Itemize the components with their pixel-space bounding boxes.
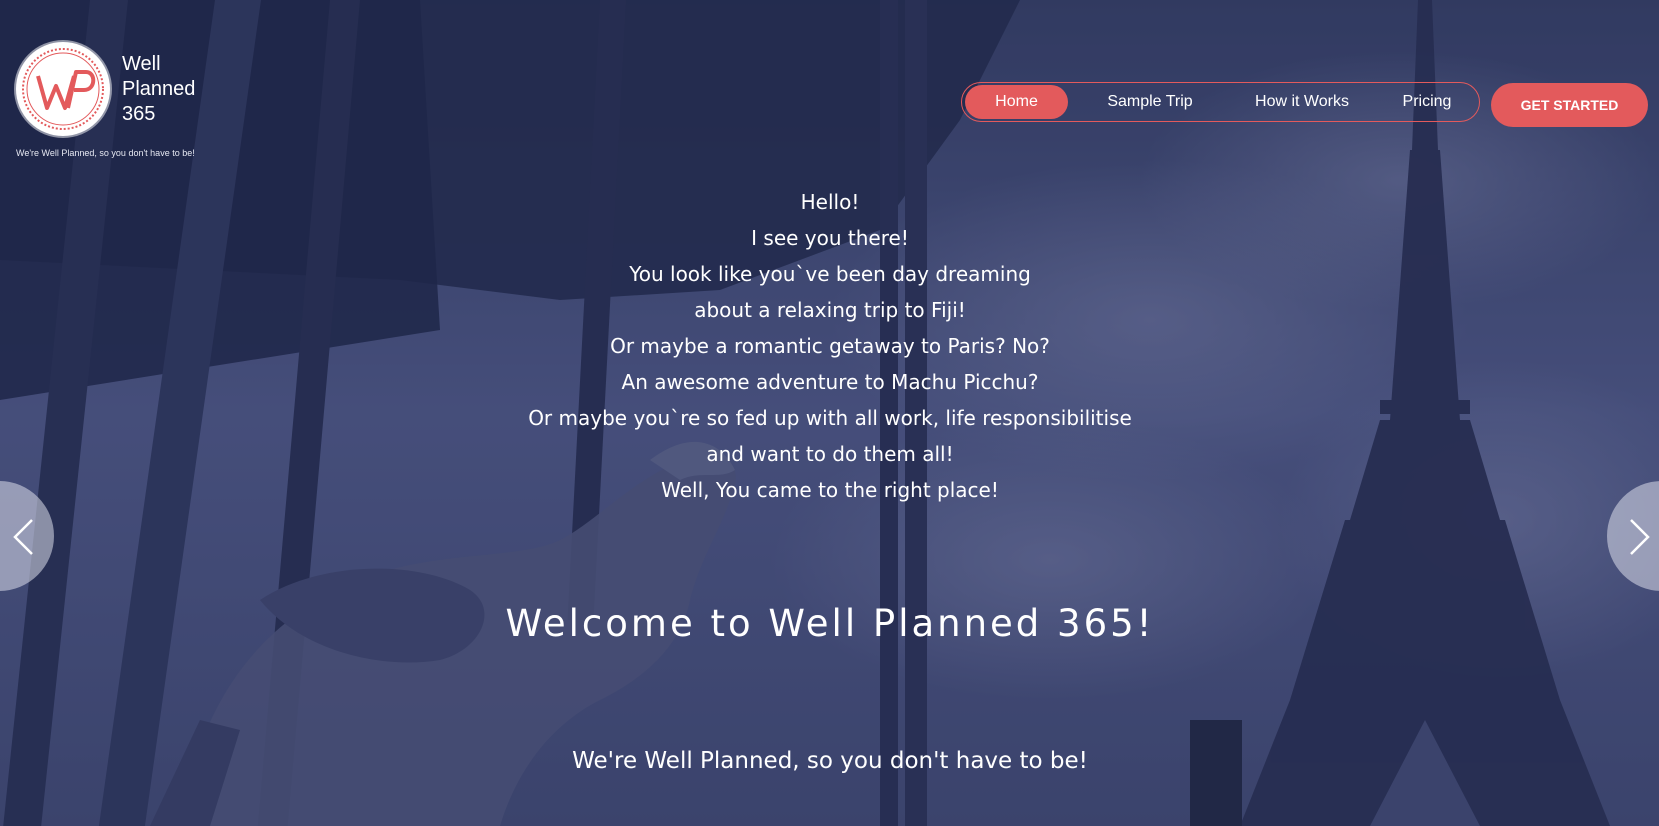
nav-item-pricing[interactable]: Pricing [1382, 85, 1472, 119]
intro-line: Or maybe a romantic getaway to Paris? No… [610, 334, 1050, 358]
brand-name-line2: Planned [122, 78, 196, 100]
hero-subtitle: We're Well Planned, so you don't have to… [572, 748, 1088, 774]
intro-line: and want to do them all! [706, 442, 954, 466]
wp-logo-icon [22, 48, 104, 130]
brand-name-line3: 365 [122, 103, 156, 125]
intro-line: about a relaxing trip to Fiji! [694, 298, 966, 322]
brand-tagline: We're Well Planned, so you don't have to… [16, 148, 195, 158]
nav-item-how-it-works[interactable]: How it Works [1232, 85, 1372, 119]
intro-line: You look like you`ve been day dreaming [629, 262, 1031, 286]
brand-name: Well Planned 365 [122, 52, 212, 127]
chevron-left-icon [13, 519, 33, 555]
intro-line: Hello! [800, 190, 860, 214]
get-started-button[interactable]: GET STARTED [1491, 83, 1648, 127]
brand-name-line1: Well [122, 53, 161, 75]
brand-logo[interactable]: Well Planned 365 We're Well Planned, so … [16, 42, 216, 162]
intro-line: Or maybe you`re so fed up with all work,… [528, 406, 1132, 430]
chevron-right-icon [1630, 519, 1650, 555]
hero-intro: Hello! I see you there! You look like yo… [430, 184, 1230, 508]
intro-line: An awesome adventure to Machu Picchu? [621, 370, 1039, 394]
nav-item-sample-trip[interactable]: Sample Trip [1090, 85, 1210, 119]
welcome-heading: Welcome to Well Planned 365! [505, 602, 1155, 645]
intro-line: I see you there! [751, 226, 909, 250]
intro-line: Well, You came to the right place! [661, 478, 999, 502]
logo-emblem [16, 42, 110, 136]
main-nav: Home Sample Trip How it Works Pricing [961, 82, 1480, 122]
nav-item-home[interactable]: Home [965, 85, 1068, 119]
page: Well Planned 365 We're Well Planned, so … [0, 0, 1659, 826]
